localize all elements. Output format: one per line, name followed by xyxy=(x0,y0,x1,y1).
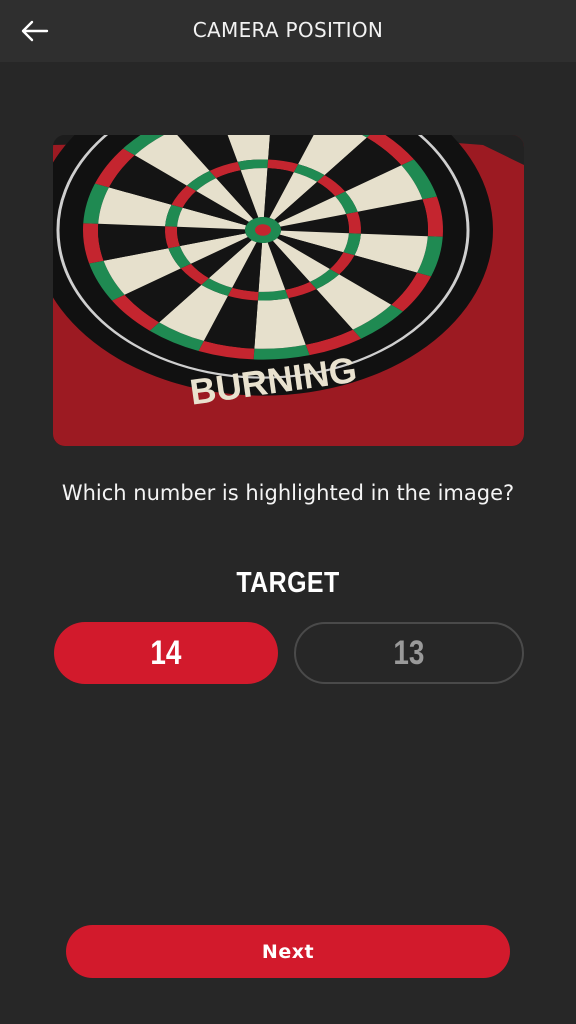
next-button[interactable]: Next xyxy=(66,925,510,978)
target-label: TARGET xyxy=(236,567,340,599)
target-option-13[interactable]: 13 xyxy=(294,622,524,684)
question-text: Which number is highlighted in the image… xyxy=(61,481,515,505)
app-header: CAMERA POSITION xyxy=(0,0,576,62)
target-option-label: 13 xyxy=(393,633,425,672)
target-option-14[interactable]: 14 xyxy=(54,622,278,684)
target-option-label: 14 xyxy=(150,633,182,672)
page-title: CAMERA POSITION xyxy=(192,18,384,42)
dartboard-photo: BURNING xyxy=(53,135,524,446)
